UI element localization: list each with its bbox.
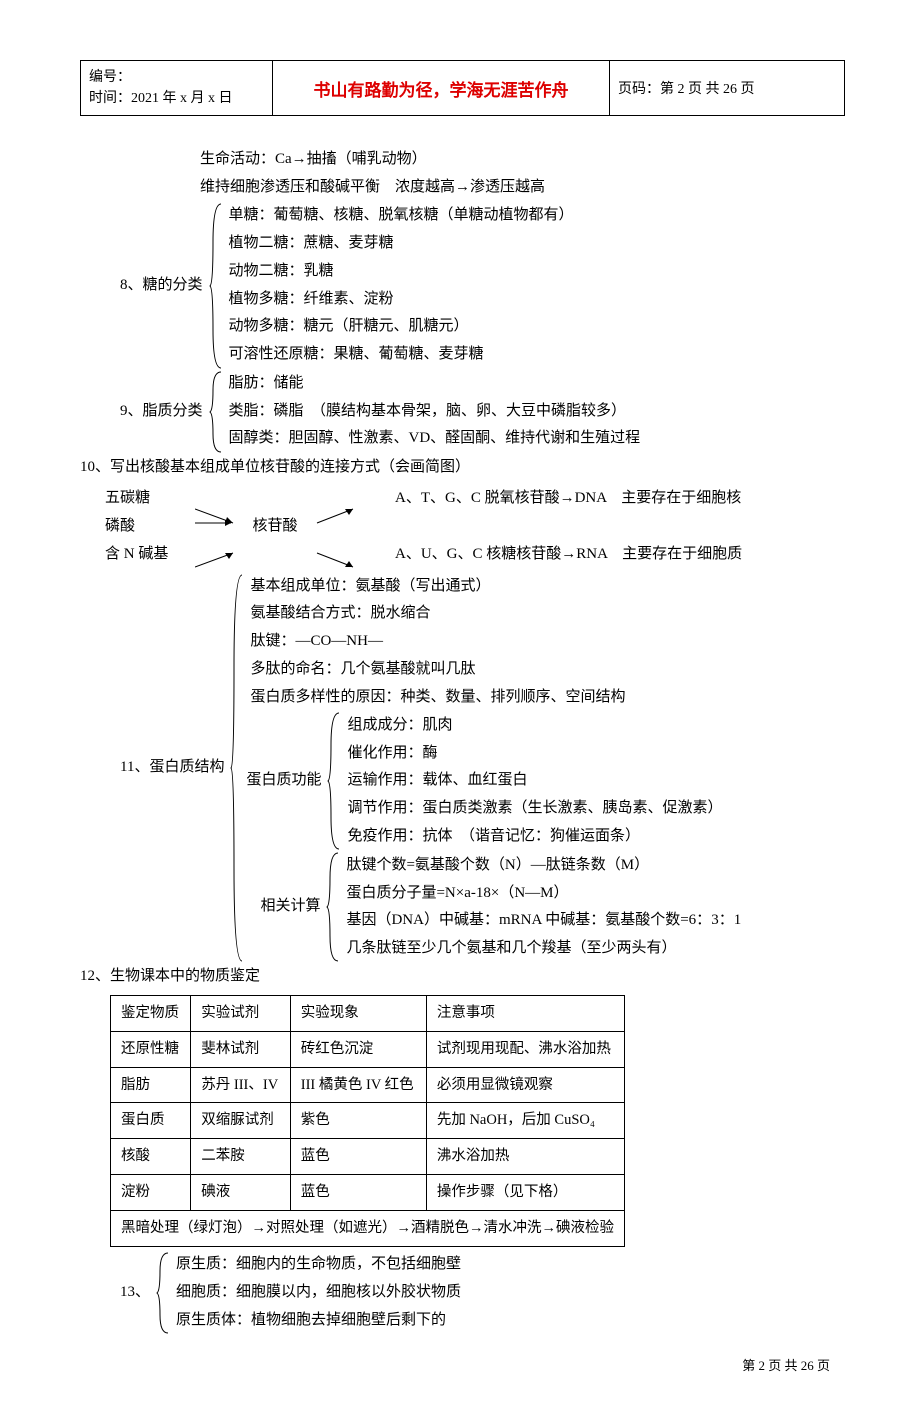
table-row: 还原性糖斐林试剂砖红色沉淀试剂现用现配、沸水浴加热 — [111, 1031, 625, 1067]
diag-right-1: A、T、G、C 脱氧核苷酸→DNA 主要存在于细胞核 — [355, 485, 741, 513]
item-11-func: 调节作用：蛋白质类激素（生长激素、胰岛素、促激素） — [343, 795, 722, 823]
diag-mid: 核苷酸 — [235, 513, 315, 541]
item-10-title: 10、写出核酸基本组成单位核苷酸的连接方式（会画简图） — [80, 454, 845, 482]
item-11-func: 催化作用：酶 — [343, 740, 722, 768]
header-id: 编号： — [89, 67, 264, 88]
item-13-line: 原生质体：植物细胞去掉细胞壁后剩下的 — [172, 1307, 461, 1335]
item-11-func-label: 蛋白质功能 — [246, 711, 325, 851]
brace-icon — [154, 1251, 172, 1335]
item-8-line: 单糖：葡萄糖、核糖、脱氧核糖（单糖动植物都有） — [225, 202, 574, 230]
item-9-line: 类脂：磷脂 （膜结构基本骨架，脑、卵、大豆中磷脂较多） — [225, 398, 641, 426]
diag-left-3: 含 N 碱基 — [105, 541, 195, 569]
item-11-calc: 肽键个数=氨基酸个数（N）—肽链条数（M） — [342, 852, 741, 880]
item-9-line: 固醇类：胆固醇、性激素、VD、醛固酮、维持代谢和生殖过程 — [225, 425, 641, 453]
item-8-line: 植物二糖：蔗糖、麦芽糖 — [225, 230, 574, 258]
item-11-top: 蛋白质多样性的原因：种类、数量、排列顺序、空间结构 — [246, 684, 741, 712]
brace-icon — [207, 202, 225, 370]
table-row: 脂肪苏丹 III、IVIII 橘黄色 IV 红色必须用显微镜观察 — [111, 1067, 625, 1103]
item-8-line: 可溶性还原糖：果糖、葡萄糖、麦芽糖 — [225, 341, 574, 369]
header-page: 页码：第 2 页 共 26 页 — [610, 61, 845, 116]
item-11-func: 运输作用：载体、血红蛋白 — [343, 767, 722, 795]
table-row: 淀粉碘液蓝色操作步骤（见下格） — [111, 1175, 625, 1211]
item-11-label: 11、蛋白质结构 — [120, 573, 228, 964]
item-8: 8、糖的分类 单糖：葡萄糖、核糖、脱氧核糖（单糖动植物都有） 植物二糖：蔗糖、麦… — [80, 202, 845, 370]
item-11-calc: 基因（DNA）中碱基：mRNA 中碱基：氨基酸个数=6：3：1 — [342, 907, 741, 935]
item-13-line: 原生质：细胞内的生命物质，不包括细胞壁 — [172, 1251, 461, 1279]
item-11-calc: 蛋白质分子量=N×a-18×（N—M） — [342, 880, 741, 908]
item-11-calc: 几条肽链至少几个氨基和几个羧基（至少两头有） — [342, 935, 741, 963]
table-header: 鉴定物质 — [111, 996, 191, 1032]
brace-icon — [228, 573, 246, 964]
header-left: 编号： 时间：2021 年 x 月 x 日 — [81, 61, 273, 116]
item-8-line: 植物多糖：纤维素、淀粉 — [225, 286, 574, 314]
diag-left-1: 五碳糖 — [105, 485, 195, 513]
brace-icon — [324, 851, 342, 963]
item-13-line: 细胞质：细胞膜以内，细胞核以外胶状物质 — [172, 1279, 461, 1307]
header-date: 时间：2021 年 x 月 x 日 — [89, 88, 264, 109]
item-9-line: 脂肪：储能 — [225, 370, 641, 398]
page-footer: 第 2 页 共 26 页 — [80, 1335, 845, 1374]
item-8-line: 动物多糖：糖元（肝糖元、肌糖元） — [225, 313, 574, 341]
table-row: 核酸二苯胺蓝色沸水浴加热 — [111, 1139, 625, 1175]
item-13: 13、 原生质：细胞内的生命物质，不包括细胞壁 细胞质：细胞膜以内，细胞核以外胶… — [80, 1251, 845, 1335]
item-11: 11、蛋白质结构 基本组成单位：氨基酸（写出通式） 氨基酸结合方式：脱水缩合 肽… — [80, 573, 845, 964]
diag-left-2: 磷酸 — [105, 513, 195, 541]
table-row: 鉴定物质 实验试剂 实验现象 注意事项 — [111, 996, 625, 1032]
item-13-label: 13、 — [120, 1251, 154, 1335]
page-header: 编号： 时间：2021 年 x 月 x 日 书山有路勤为径，学海无涯苦作舟 页码… — [80, 60, 845, 116]
intro-line-2: 维持细胞渗透压和酸碱平衡 浓度越高→渗透压越高 — [80, 174, 845, 202]
diag-right-2: A、U、G、C 核糖核苷酸→RNA 主要存在于细胞质 — [355, 541, 742, 569]
item-8-line: 动物二糖：乳糖 — [225, 258, 574, 286]
item-9-label: 9、脂质分类 — [120, 370, 207, 454]
intro-line-1: 生命活动：Ca→抽搐（哺乳动物） — [80, 146, 845, 174]
table-header: 实验试剂 — [191, 996, 291, 1032]
table-row: 蛋白质双缩脲试剂紫色先加 NaOH，后加 CuSO₄ — [111, 1103, 625, 1139]
item-11-top: 氨基酸结合方式：脱水缩合 — [246, 600, 741, 628]
item-11-top: 基本组成单位：氨基酸（写出通式） — [246, 573, 741, 601]
table-header: 注意事项 — [426, 996, 624, 1032]
item-11-func: 组成成分：肌肉 — [343, 712, 722, 740]
item-8-label: 8、糖的分类 — [120, 202, 207, 370]
item-10-diagram: 五碳糖 A、T、G、C 脱氧核苷酸→DNA 主要存在于细胞核 磷酸 核苷酸 — [80, 485, 845, 568]
item-11-top: 肽键：—CO—NH— — [246, 628, 741, 656]
brace-icon — [207, 370, 225, 454]
item-12-table: 鉴定物质 实验试剂 实验现象 注意事项 还原性糖斐林试剂砖红色沉淀试剂现用现配、… — [110, 995, 625, 1247]
table-header: 实验现象 — [290, 996, 426, 1032]
item-12-title: 12、生物课本中的物质鉴定 — [80, 963, 845, 991]
item-11-top: 多肽的命名：几个氨基酸就叫几肽 — [246, 656, 741, 684]
table-row: 黑暗处理（绿灯泡）→对照处理（如遮光）→酒精脱色→清水冲洗→碘液检验 — [111, 1210, 625, 1246]
header-title: 书山有路勤为径，学海无涯苦作舟 — [273, 61, 610, 116]
item-11-func: 免疫作用：抗体 （谐音记忆：狗催运面条） — [343, 823, 722, 851]
item-9: 9、脂质分类 脂肪：储能 类脂：磷脂 （膜结构基本骨架，脑、卵、大豆中磷脂较多）… — [80, 370, 845, 454]
item-11-calc-label: 相关计算 — [246, 851, 324, 963]
brace-icon — [325, 711, 343, 851]
